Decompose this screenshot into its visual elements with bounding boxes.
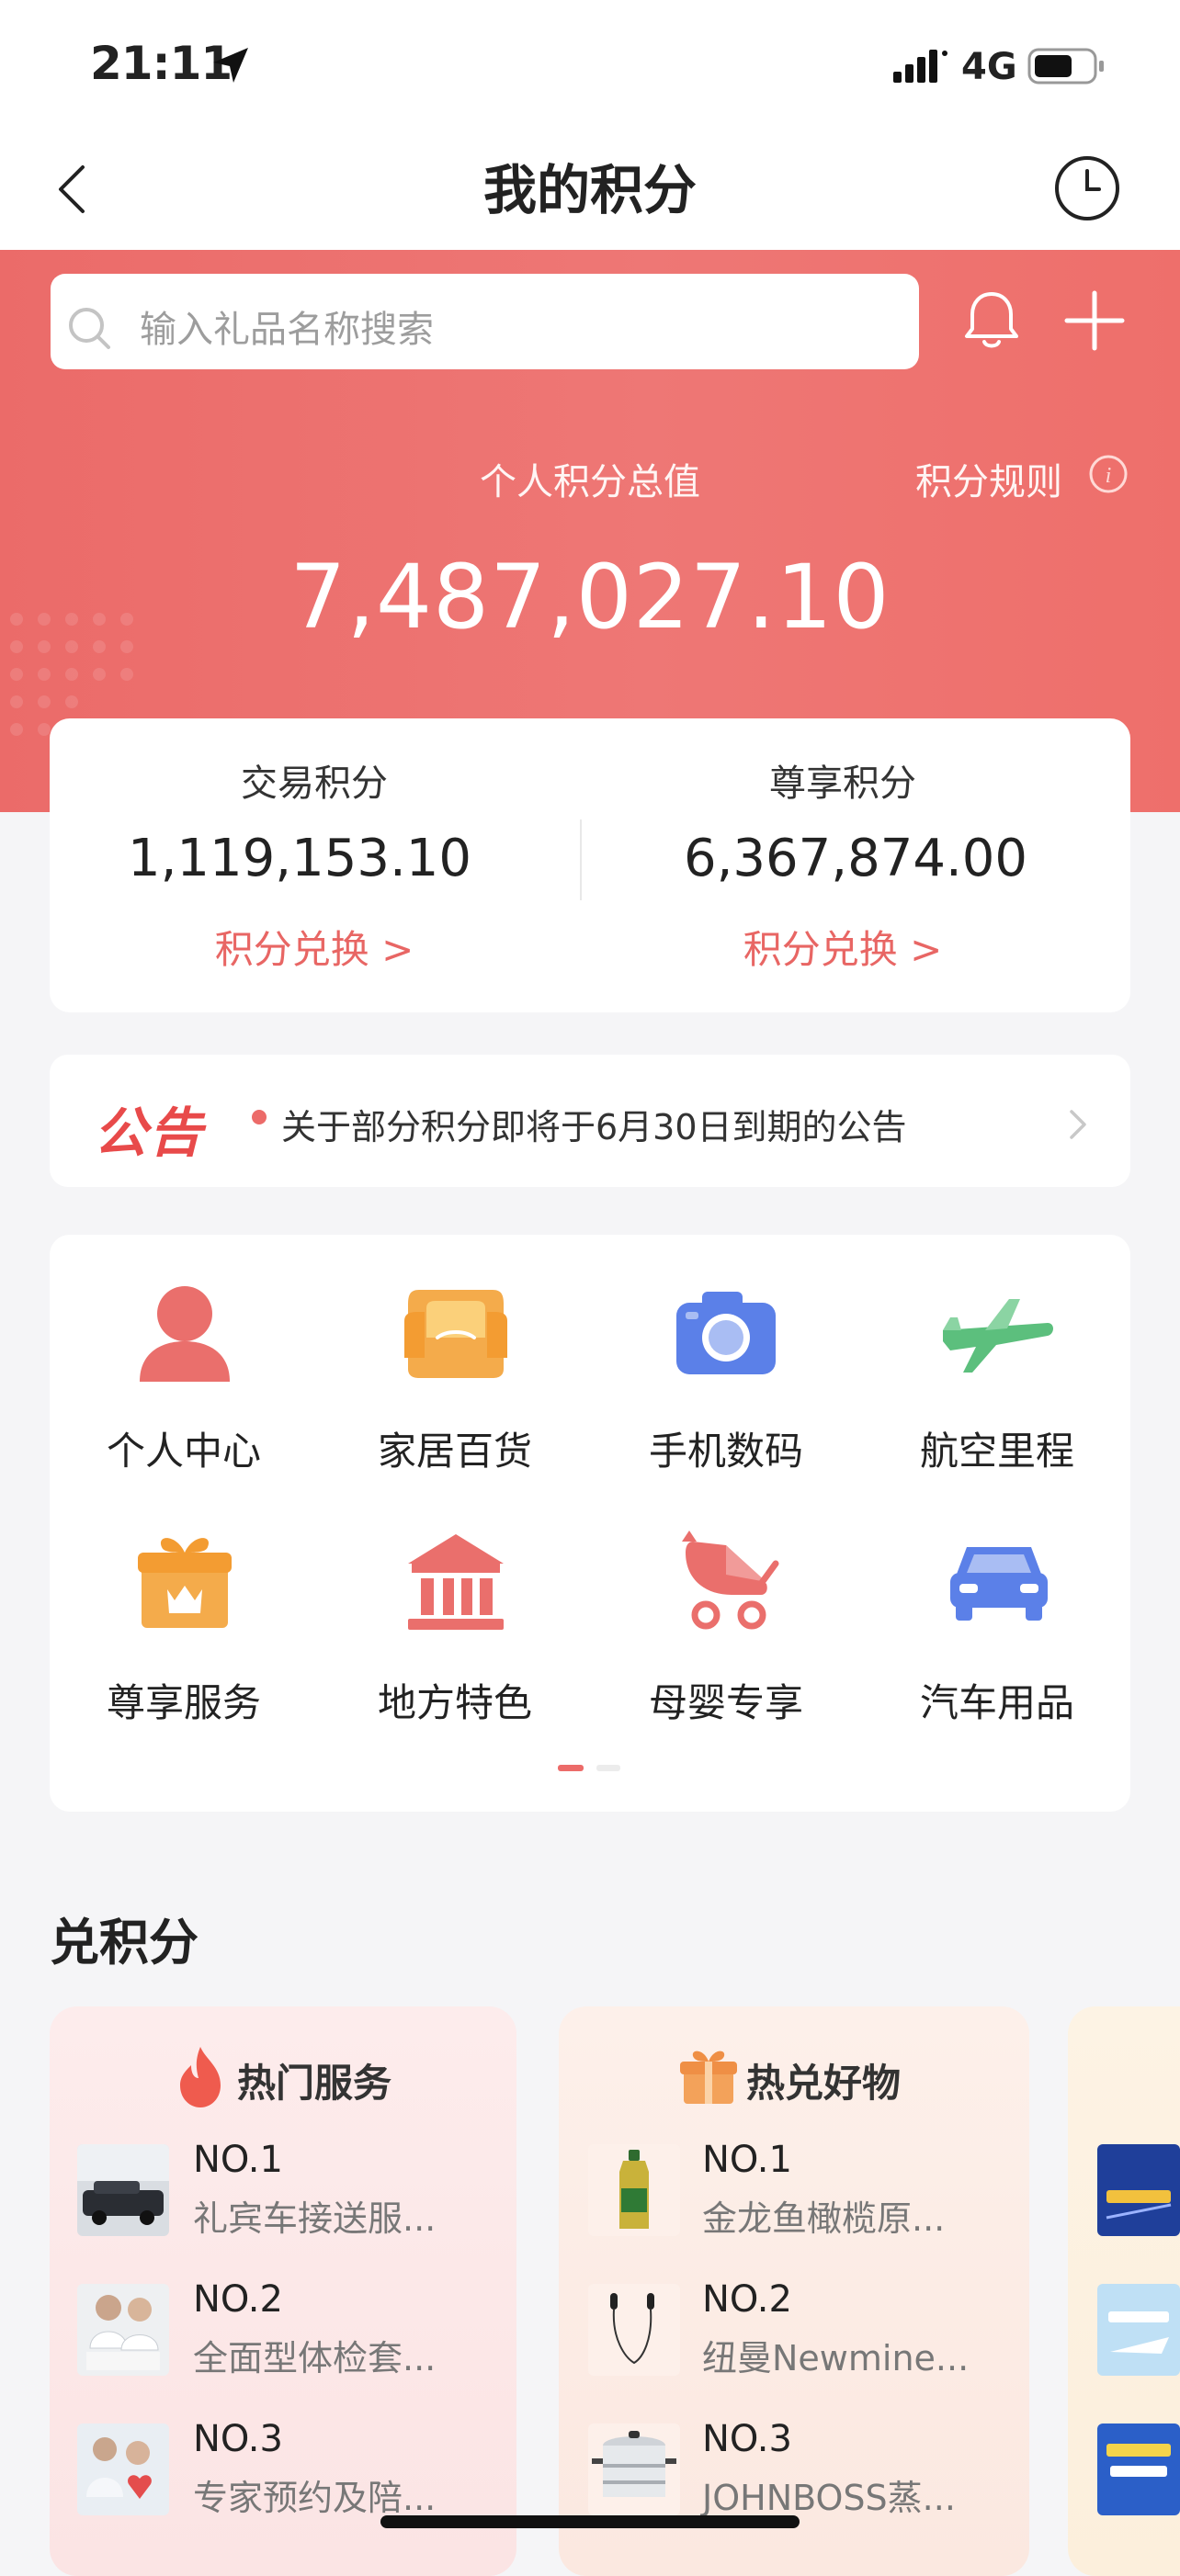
total-points-value: 7,487,027.10	[289, 546, 891, 649]
goods-rank-1: NO.1	[702, 2139, 792, 2181]
trade-points-redeem-link[interactable]: 积分兑换 >	[57, 919, 572, 975]
premium-points-value: 6,367,874.00	[683, 829, 1028, 888]
goods-thumb-3	[588, 2423, 680, 2515]
miles-thumb-2	[1097, 2284, 1180, 2376]
person-icon	[140, 1286, 230, 1382]
battery-icon	[1027, 48, 1104, 85]
camera-icon	[676, 1292, 776, 1374]
hot-goods-title: 热兑好物	[746, 2061, 902, 2106]
premium-points-redeem-link[interactable]: 积分兑换 >	[585, 919, 1100, 975]
goods-rank-2: NO.2	[702, 2278, 792, 2321]
category-home-goods[interactable]: 家居百货	[326, 1420, 584, 1476]
miles-thumb-3	[1097, 2423, 1180, 2515]
signal-icon	[893, 50, 947, 83]
goods-name-3: JOHNBOSS蒸...	[702, 2478, 956, 2518]
points-rules-link[interactable]: 积分规则	[915, 452, 1062, 505]
category-mother-baby[interactable]: 母婴专享	[597, 1672, 855, 1728]
gift-icon	[680, 2051, 737, 2104]
page-indicator	[596, 1765, 620, 1771]
service-thumb-3	[77, 2423, 169, 2515]
goods-name-2: 纽曼Newmine...	[702, 2338, 970, 2378]
page-indicator-active	[558, 1765, 584, 1771]
card-divider	[580, 819, 582, 900]
service-thumb-2	[77, 2284, 169, 2376]
search-placeholder: 输入礼品名称搜索	[140, 309, 434, 351]
airplane-icon	[943, 1299, 1053, 1373]
category-air-miles[interactable]: 航空里程	[868, 1420, 1126, 1476]
notice-text: 关于部分积分即将于6月30日到期的公告	[281, 1107, 907, 1147]
category-car-supplies[interactable]: 汽车用品	[868, 1672, 1126, 1728]
notice-dot	[252, 1110, 267, 1124]
category-personal-center[interactable]: 个人中心	[55, 1420, 312, 1476]
service-thumb-1	[77, 2144, 169, 2236]
goods-thumb-2	[588, 2284, 680, 2376]
flame-icon	[180, 2047, 221, 2107]
location-arrow-icon	[213, 48, 248, 83]
category-digital[interactable]: 手机数码	[597, 1420, 855, 1476]
goods-name-1: 金龙鱼橄榄原...	[702, 2198, 946, 2239]
service-name-3: 专家预约及陪...	[193, 2478, 437, 2518]
hot-services-title: 热门服务	[237, 2061, 392, 2106]
service-name-2: 全面型体检套...	[193, 2338, 437, 2378]
car-icon	[950, 1547, 1048, 1621]
service-rank-2: NO.2	[193, 2278, 283, 2321]
info-icon[interactable]: i	[1088, 454, 1129, 494]
add-icon[interactable]	[1062, 288, 1127, 353]
svg-text:i: i	[1106, 464, 1112, 488]
stroller-icon	[682, 1531, 779, 1630]
home-indicator	[380, 2515, 800, 2528]
page-title: 我的积分	[482, 159, 697, 221]
chevron-right-icon	[1070, 1110, 1086, 1139]
category-local-specialty[interactable]: 地方特色	[326, 1672, 584, 1728]
trade-points-label: 交易积分	[241, 763, 388, 805]
service-name-1: 礼宾车接送服...	[193, 2198, 437, 2239]
bell-icon[interactable]	[958, 287, 1026, 355]
temple-icon	[408, 1534, 504, 1630]
category-premium-service[interactable]: 尊享服务	[55, 1672, 312, 1728]
premium-points-label: 尊享积分	[769, 763, 916, 805]
trade-points-value: 1,119,153.10	[127, 829, 472, 888]
goods-rank-3: NO.3	[702, 2418, 792, 2460]
sofa-icon	[404, 1290, 507, 1378]
miles-thumb-1	[1097, 2144, 1180, 2236]
service-rank-1: NO.1	[193, 2139, 283, 2181]
gift-crown-icon	[138, 1538, 232, 1628]
search-icon	[69, 308, 110, 349]
history-clock-icon[interactable]	[1053, 154, 1121, 222]
service-rank-3: NO.3	[193, 2418, 283, 2460]
section-title: 兑积分	[50, 1914, 199, 1972]
goods-thumb-1	[588, 2144, 680, 2236]
notice-badge: 公告	[94, 1102, 205, 1164]
network-type: 4G	[961, 46, 1017, 88]
